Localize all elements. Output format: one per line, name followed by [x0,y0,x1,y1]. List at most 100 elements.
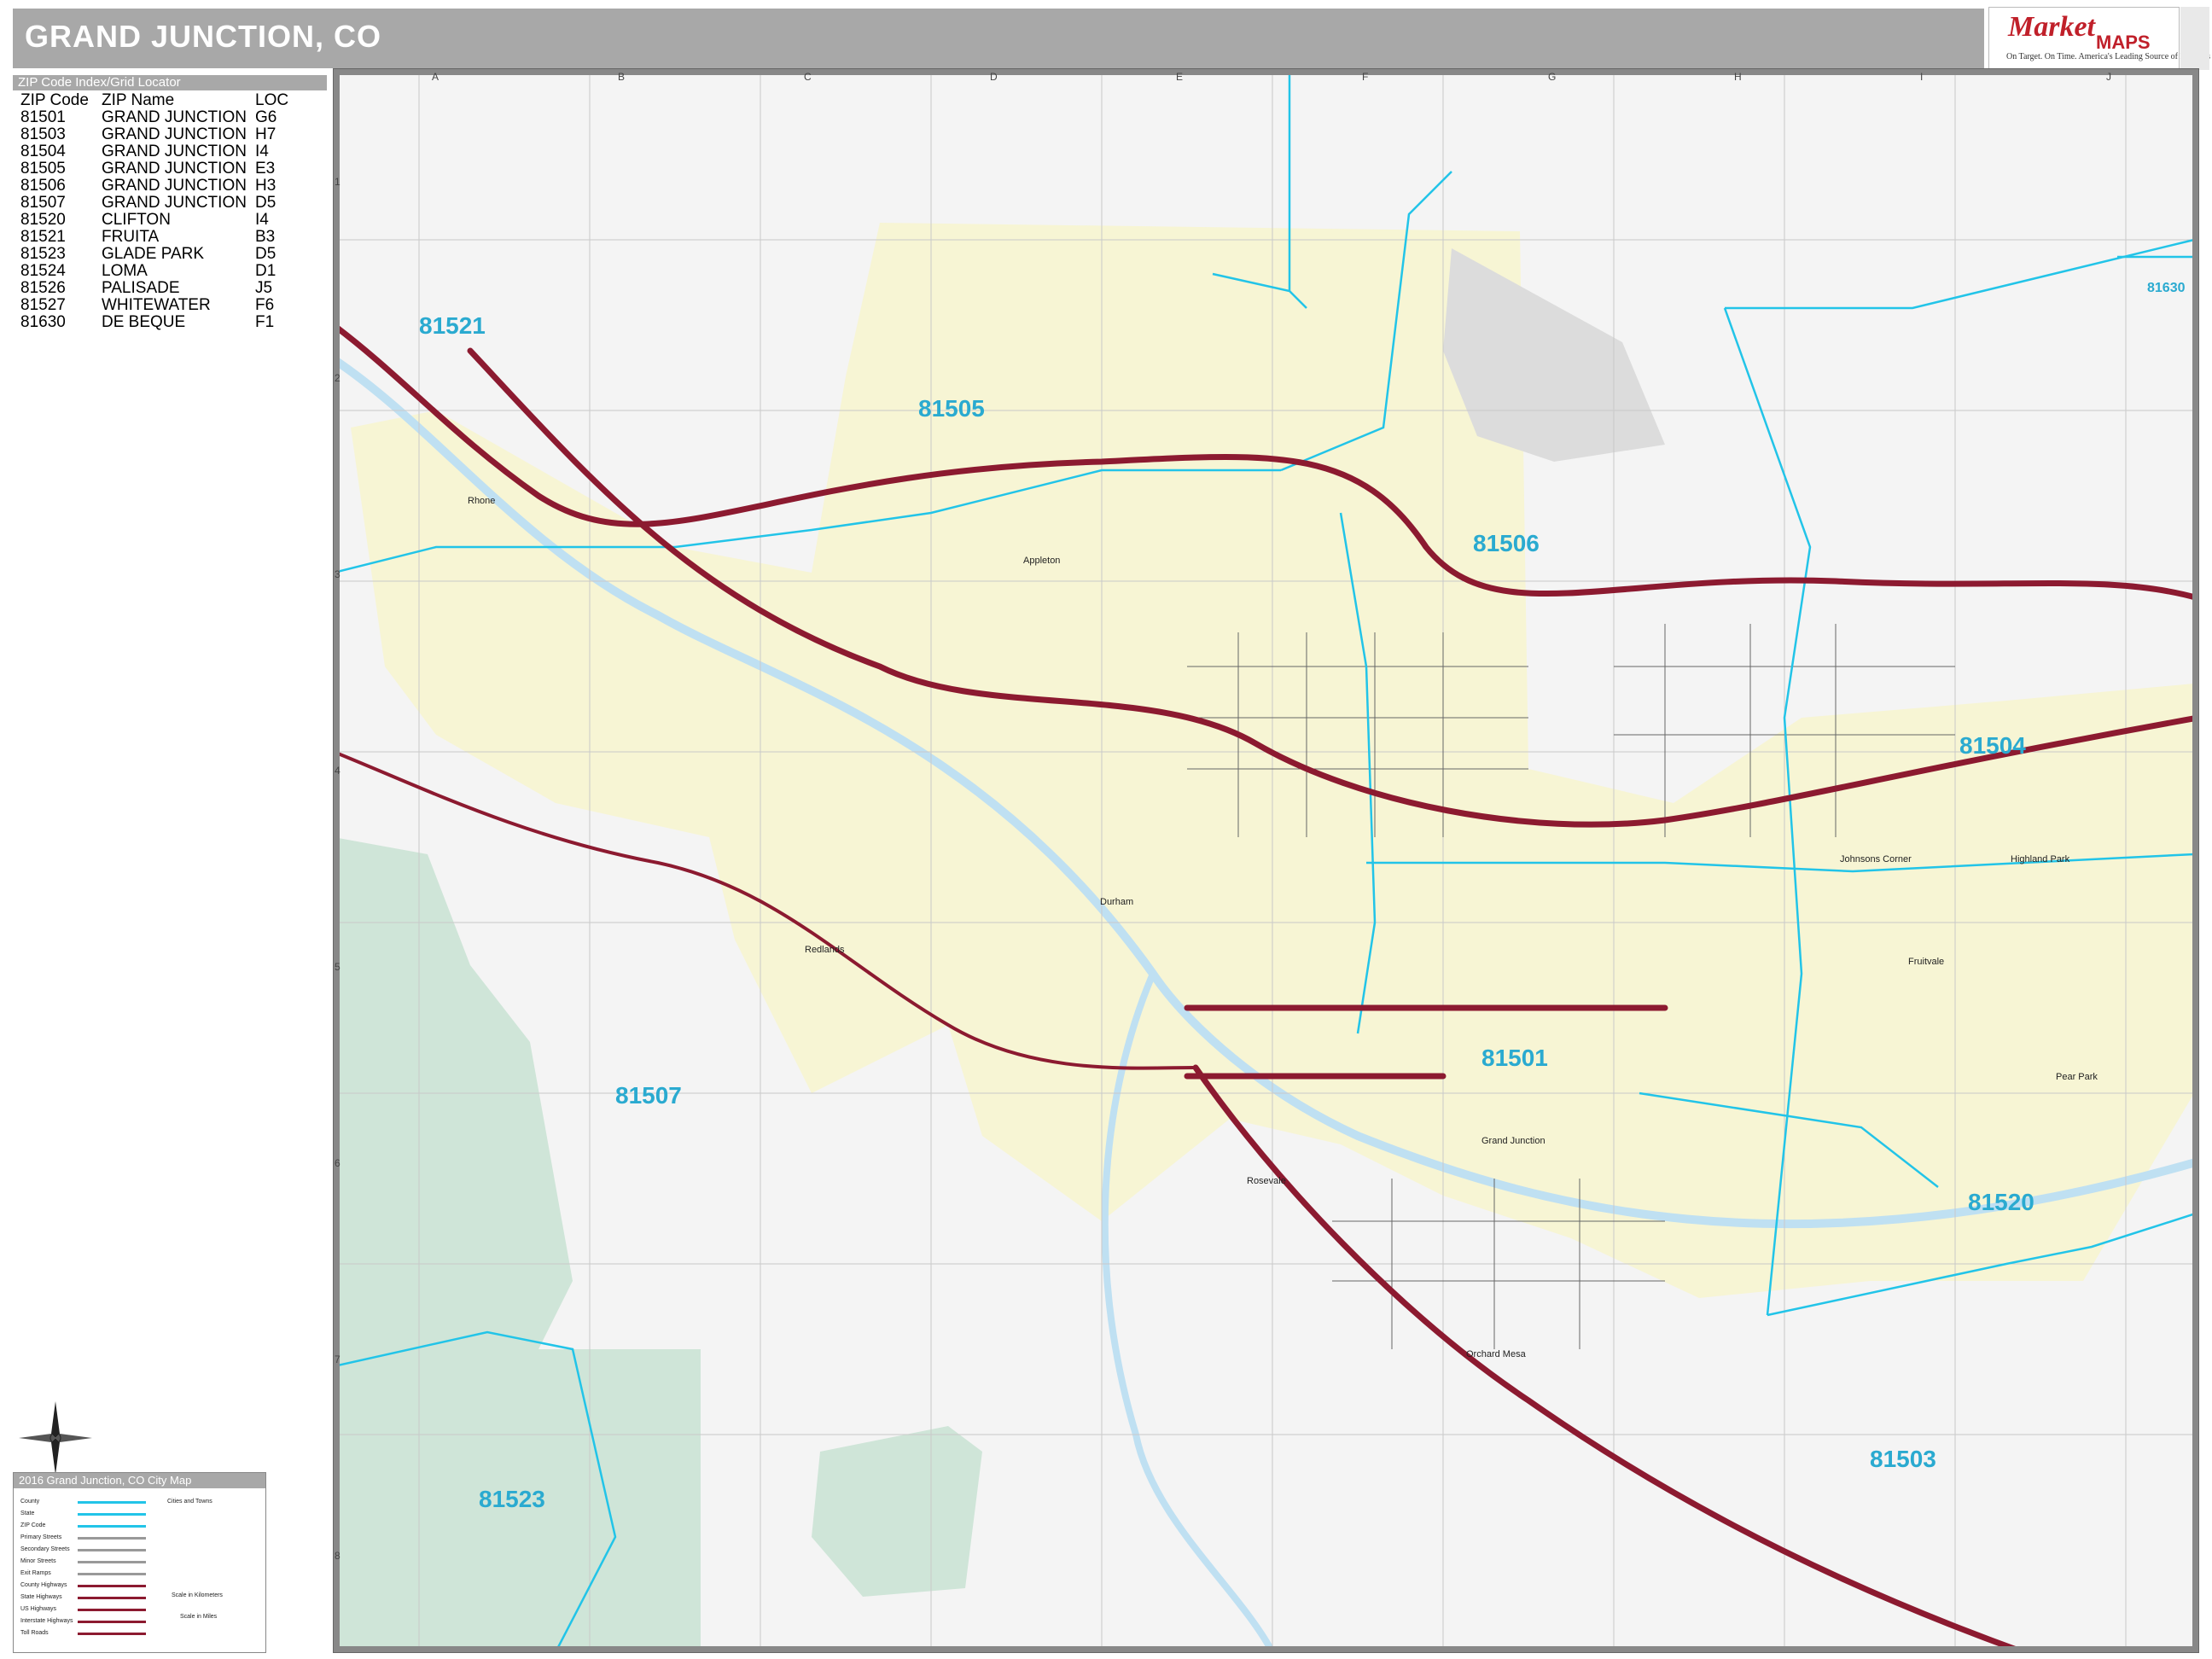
zip-name-cell: FRUITA [102,228,160,246]
zip-name-cell: GRAND JUNCTION [102,194,247,212]
zip-index-row: 81524 LOMA D1 [20,263,306,280]
loc-cell: H7 [255,125,276,143]
zip-name-cell: GRAND JUNCTION [102,108,247,126]
logo-word-maps: MAPS [2096,32,2151,53]
legend-item: State Highways [20,1594,62,1600]
legend-swatch [78,1585,146,1587]
col-loc: LOC [255,91,289,109]
zip-code-cell: 81524 [20,262,66,280]
legend-swatch [78,1537,146,1540]
zip-code-cell: 81504 [20,143,66,160]
legend-item: Toll Roads [20,1630,49,1636]
zip-name-cell: GRAND JUNCTION [102,177,247,195]
legend-swatch [78,1513,146,1516]
loc-cell: I4 [255,211,269,229]
legend-item: US Highways [20,1606,57,1612]
map-legend: 2016 Grand Junction, CO City Map County S… [13,1472,266,1653]
zip-name-cell: PALISADE [102,279,180,297]
zip-label-81630: 81630 [2147,281,2186,295]
legend-swatch [78,1633,146,1635]
logo-contact-panel [2180,7,2209,70]
grid-col-c: C [804,71,812,83]
zip-code-cell: 81505 [20,160,66,178]
place-pear-park: Pear Park [2056,1072,2098,1082]
market-maps-logo: Market MAPS On Target. On Time. America'… [1988,7,2212,72]
loc-cell: D5 [255,194,276,212]
grid-col-j: J [2106,71,2111,83]
zip-index-row: 81507 GRAND JUNCTION D5 [20,195,306,212]
grid-col-h: H [1734,71,1742,83]
zip-name-cell: GRAND JUNCTION [102,125,247,143]
legend-item: Primary Streets [20,1534,62,1540]
zip-index-row: 81630 DE BEQUE F1 [20,314,306,331]
grid-col-f: F [1362,71,1369,83]
zip-code-cell: 81506 [20,177,66,195]
place-appleton: Appleton [1023,556,1061,566]
map-area[interactable]: A B C D E F G H I J 1 2 3 4 5 6 7 8 8152… [333,68,2199,1653]
legend-swatch [78,1501,146,1504]
zip-index-header: ZIP Code Index/Grid Locator [13,75,327,90]
legend-title: 2016 Grand Junction, CO City Map [14,1473,265,1488]
zip-label-81505: 81505 [918,395,985,422]
grid-col-g: G [1548,71,1557,83]
zip-code-cell: 81523 [20,245,66,263]
park-monument [334,837,701,1652]
zip-label-81506: 81506 [1473,530,1540,556]
logo-word-market: Market [2008,11,2095,43]
zip-code-cell: 81526 [20,279,66,297]
loc-cell: J5 [255,279,273,297]
legend-swatch [78,1525,146,1528]
grid-row-4: 4 [335,765,341,777]
map-title: GRAND JUNCTION, CO [25,19,382,54]
legend-swatch [78,1597,146,1599]
legend-item: Secondary Streets [20,1546,70,1552]
grid-row-3: 3 [335,568,341,580]
place-orchard-mesa: Orchard Mesa [1466,1349,1526,1359]
zip-code-cell: 81521 [20,228,66,246]
title-bar: GRAND JUNCTION, CO [13,9,1984,68]
zip-code-cell: 81501 [20,108,66,126]
legend-item: Interstate Highways [20,1618,73,1624]
zip-label-81503: 81503 [1870,1446,1936,1472]
legend-swatch [78,1573,146,1575]
zip-code-cell: 81503 [20,125,66,143]
airport-area [1443,248,1665,462]
zip-index-column-headers: ZIP Code ZIP Name LOC [20,92,306,109]
zip-index-row: 81506 GRAND JUNCTION H3 [20,178,306,195]
zip-name-cell: GLADE PARK [102,245,205,263]
place-redlands: Redlands [805,945,845,955]
legend-swatch [78,1561,146,1563]
park-south [812,1426,982,1597]
zip-label-81501: 81501 [1481,1045,1548,1071]
zip-label-81504: 81504 [1959,732,2026,759]
zip-index-row: 81504 GRAND JUNCTION I4 [20,143,306,160]
legend-cities-title: Cities and Towns [167,1499,212,1505]
place-durham: Durham [1100,897,1134,907]
zip-label-81523: 81523 [479,1486,545,1512]
grid-col-b: B [618,71,626,83]
place-highland-park: Highland Park [2011,854,2070,864]
place-johnsons-corner: Johnsons Corner [1840,854,1912,864]
legend-scale-km: Scale in Kilometers [172,1592,223,1598]
zip-index-row: 81521 FRUITA B3 [20,229,306,246]
grid-col-e: E [1176,71,1184,83]
zip-code-cell: 81520 [20,211,66,229]
compass-rose-icon [19,1401,92,1475]
place-fruitvale: Fruitvale [1908,957,1945,967]
grid-row-7: 7 [335,1353,341,1365]
legend-item: Minor Streets [20,1558,56,1564]
grid-row-8: 8 [335,1550,341,1562]
grid-col-a: A [432,71,439,83]
zip-index-row: 81520 CLIFTON I4 [20,212,306,229]
zip-index-row: 81527 WHITEWATER F6 [20,297,306,314]
legend-swatch [78,1621,146,1623]
place-grand-junction: Grand Junction [1481,1136,1545,1146]
zip-name-cell: GRAND JUNCTION [102,160,247,178]
legend-swatch [78,1609,146,1611]
zip-code-cell: 81527 [20,296,66,314]
loc-cell: B3 [255,228,276,246]
legend-item: State [20,1511,35,1516]
grid-col-i: I [1920,71,1924,83]
zip-name-cell: DE BEQUE [102,313,186,331]
zip-index-row: 81526 PALISADE J5 [20,280,306,297]
